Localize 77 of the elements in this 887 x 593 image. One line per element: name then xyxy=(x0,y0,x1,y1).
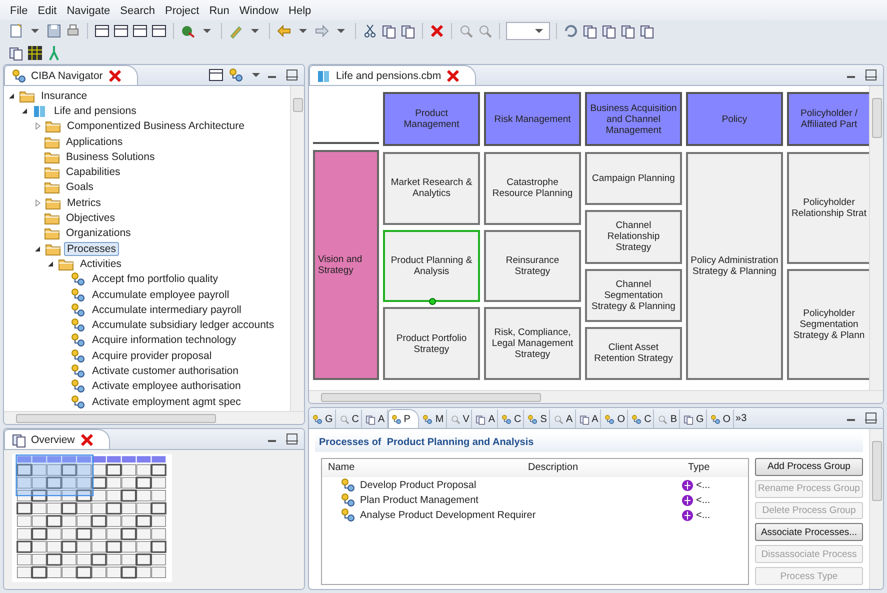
view-tab[interactable]: A xyxy=(472,409,498,428)
capability-cell[interactable]: Channel Segmentation Strategy & Planning xyxy=(585,268,682,322)
view-tab[interactable]: S xyxy=(524,409,550,428)
capability-cell[interactable]: Reinsurance Strategy xyxy=(484,230,581,302)
capability-cell[interactable]: Market Research & Analytics xyxy=(383,152,480,225)
menu-item[interactable]: Navigate xyxy=(62,4,114,16)
view-tab[interactable]: C xyxy=(628,409,654,428)
menu-item[interactable]: Window xyxy=(235,4,283,16)
menu-item[interactable]: Project xyxy=(160,4,204,16)
view-tab[interactable]: M xyxy=(419,409,447,428)
menu-item[interactable]: File xyxy=(6,4,32,16)
capability-cell[interactable]: Policy Administration Strategy & Planning xyxy=(686,152,783,380)
view-tab[interactable]: A xyxy=(362,409,388,428)
tree-item[interactable]: Life and pensions xyxy=(51,104,140,118)
table-cell: <... xyxy=(696,494,710,506)
column-header[interactable]: Risk Management xyxy=(484,92,581,146)
tree-item[interactable]: Business Solutions xyxy=(63,150,158,164)
table-cell: <... xyxy=(696,510,710,520)
capability-cell[interactable]: Policyholder Segmentation Strategy & Plann xyxy=(787,268,869,380)
table-cell[interactable]: Analyse Product Development Requirer xyxy=(360,510,536,520)
tree-item[interactable]: Accumulate subsidiary ledger accounts xyxy=(89,318,278,332)
tree-item[interactable]: Goals xyxy=(63,180,96,194)
column-header[interactable]: Type xyxy=(682,462,748,473)
capability-cell[interactable]: Catastrophe Resource Planning xyxy=(484,152,581,225)
tree-item[interactable]: Capabilities xyxy=(63,165,124,180)
column-header[interactable]: Name xyxy=(322,462,522,473)
tree-item[interactable]: Acquire information technology xyxy=(89,333,240,348)
column-header[interactable]: Policy xyxy=(686,92,783,146)
menu-item[interactable]: Help xyxy=(284,4,316,16)
tree-item[interactable]: Applications xyxy=(63,134,126,149)
tree-item[interactable]: Accumulate intermediary payroll xyxy=(89,302,244,317)
capability-cell[interactable]: Client Asset Retention Strategy xyxy=(585,326,682,380)
column-header[interactable]: Business Acquisition and Channel Management xyxy=(585,92,682,146)
tree-item[interactable]: Acquire provider proposal xyxy=(89,348,215,363)
view-tab[interactable]: G xyxy=(309,409,336,428)
tree-item[interactable]: Organizations xyxy=(63,226,134,240)
column-header[interactable]: Description xyxy=(522,462,682,473)
action-button[interactable]: Associate Processes... xyxy=(755,523,863,542)
tree-item[interactable]: Metrics xyxy=(64,196,104,210)
capability-cell[interactable]: Product Portfolio Strategy xyxy=(383,307,480,380)
capability-cell[interactable]: Policyholder Relationship Strat xyxy=(787,152,869,264)
section-heading: Processes of Product Planning and Analysis xyxy=(315,433,863,452)
menu-item[interactable]: Search xyxy=(116,4,159,16)
view-tab[interactable]: A xyxy=(550,409,576,428)
menu-item[interactable]: Edit xyxy=(34,4,61,16)
table-cell[interactable]: Develop Product Proposal xyxy=(360,480,476,490)
view-tab[interactable]: P xyxy=(388,409,420,428)
column-header[interactable]: Policyholder / Affiliated Part xyxy=(787,92,869,146)
tree-item[interactable]: Componentized Business Architecture xyxy=(64,119,248,134)
tree-item[interactable]: Activate employee authorisation xyxy=(89,379,244,394)
action-button[interactable]: Add Process Group xyxy=(755,458,863,476)
tree-item[interactable]: Accumulate employee payroll xyxy=(89,288,232,302)
tree-item[interactable]: Objectives xyxy=(63,211,118,226)
view-tab[interactable]: C xyxy=(498,409,524,428)
tree-item[interactable]: Activities xyxy=(77,256,124,271)
tree-item[interactable]: Activate employment agmt spec xyxy=(89,394,244,409)
more-tabs[interactable]: »3 xyxy=(736,412,747,424)
tree-item[interactable]: Processes xyxy=(64,242,120,256)
table-cell: <... xyxy=(696,480,710,490)
view-tab[interactable]: V xyxy=(446,409,472,428)
capability-cell[interactable]: Campaign Planning xyxy=(585,152,682,206)
view-tab[interactable]: C xyxy=(336,409,362,428)
capability-cell[interactable]: Channel Relationship Strategy xyxy=(585,210,682,264)
view-tab[interactable]: A xyxy=(576,409,602,428)
capability-cell[interactable]: Risk, Compliance, Legal Management Strategy xyxy=(484,307,581,380)
tree-item[interactable]: Accept fmo portfolio quality xyxy=(89,272,222,286)
table-cell[interactable]: Plan Product Management xyxy=(360,494,478,506)
view-tab[interactable]: G xyxy=(680,409,707,428)
capability-cell[interactable]: Product Planning & Analysis xyxy=(383,230,480,302)
tree-item[interactable]: Activate customer authorisation xyxy=(89,364,242,378)
view-tab[interactable]: B xyxy=(654,409,680,428)
row-header[interactable]: Vision and Strategy xyxy=(313,150,379,380)
menu-item[interactable]: Run xyxy=(205,4,234,16)
view-tab[interactable]: O xyxy=(706,409,734,428)
tree-item[interactable]: Insurance xyxy=(38,88,90,103)
column-header[interactable]: Product Management xyxy=(383,92,480,146)
view-tab[interactable]: O xyxy=(601,409,628,428)
